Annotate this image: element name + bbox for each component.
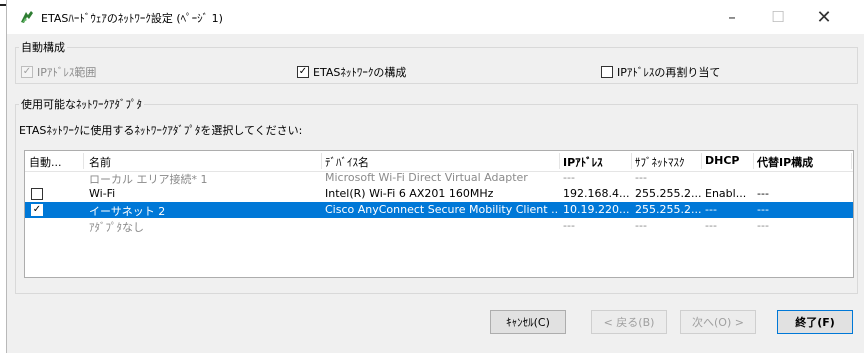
table-row-no-adapter[interactable]: ｱﾀﾞﾌﾟﾀなし --- --- --- --- [25, 218, 853, 234]
column-header-alt-ip[interactable]: 代替IP構成 [757, 154, 847, 170]
etas-network-checkbox[interactable]: ✓ [297, 66, 309, 78]
adapter-table[interactable]: 自動... 名前 ﾃﾞﾊﾞｲｽ名 IPｱﾄﾞﾚｽ ｻﾌﾞﾈｯﾄﾏｽｸ DHCP … [24, 150, 854, 278]
cell-device: Cisco AnyConnect Secure Mobility Client … [325, 203, 557, 216]
column-separator [83, 153, 84, 169]
row-checkbox[interactable]: ✓ [31, 204, 43, 216]
cell-dhcp: --- [705, 219, 717, 232]
table-row-ethernet-2[interactable]: ✓ イーサネット 2 Cisco AnyConnect Secure Mobil… [25, 202, 853, 218]
cell-device: Microsoft Wi-Fi Direct Virtual Adapter [325, 171, 528, 184]
cell-alt-ip: --- [757, 219, 769, 232]
column-header-auto[interactable]: 自動... [29, 154, 81, 170]
dialog-window: ETASﾊｰﾄﾞｳｪｱのﾈｯﾄﾜｰｸ設定 (ﾍﾟｰｼﾞ 1) – ☐ ✕ 自動構… [6, 0, 864, 353]
cell-name: ローカル エリア接続* 1 [89, 173, 208, 186]
etas-network-label: ETASﾈｯﾄﾜｰｸの構成 [313, 66, 407, 79]
ip-reassign-label: IPｱﾄﾞﾚｽの再割り当て [617, 66, 721, 79]
cell-ip: --- [563, 219, 575, 232]
title-bar[interactable]: ETASﾊｰﾄﾞｳｪｱのﾈｯﾄﾜｰｸ設定 (ﾍﾟｰｼﾞ 1) – ☐ ✕ [7, 0, 864, 34]
next-button[interactable]: 次へ(O) > [680, 310, 756, 334]
cell-dhcp: Enabl... [705, 187, 747, 200]
window-title: ETASﾊｰﾄﾞｳｪｱのﾈｯﾄﾜｰｸ設定 (ﾍﾟｰｼﾞ 1) [41, 12, 223, 25]
cell-subnet: 255.255.2... [635, 203, 701, 216]
cell-ip: 192.168.4... [563, 187, 630, 200]
ip-range-option[interactable]: ✓ IPｱﾄﾞﾚｽ範囲 [21, 64, 96, 80]
adapters-instruction: ETASﾈｯﾄﾜｰｸに使用するﾈｯﾄﾜｰｸｱﾀﾞﾌﾟﾀを選択してください: [19, 124, 303, 137]
cell-device: Intel(R) Wi-Fi 6 AX201 160MHz [325, 187, 494, 200]
column-header-name[interactable]: 名前 [89, 154, 319, 170]
column-separator [321, 153, 322, 169]
app-icon [21, 11, 33, 23]
ip-range-label: IPｱﾄﾞﾚｽ範囲 [37, 66, 97, 79]
column-separator [701, 153, 702, 169]
auto-config-group-label: 自動構成 [19, 39, 67, 55]
column-separator [559, 153, 560, 169]
column-header-ip[interactable]: IPｱﾄﾞﾚｽ [563, 154, 629, 170]
column-separator [631, 153, 632, 169]
auto-config-group [15, 47, 858, 84]
cell-ip: --- [563, 171, 575, 184]
cell-name: Wi-Fi [89, 187, 116, 200]
cell-subnet: --- [635, 171, 647, 184]
cell-name: イーサネット 2 [89, 205, 166, 218]
close-button[interactable]: ✕ [801, 0, 847, 34]
cell-name: ｱﾀﾞﾌﾟﾀなし [89, 221, 144, 234]
minimize-button[interactable]: – [709, 0, 755, 34]
cell-alt-ip: --- [757, 187, 769, 200]
etas-network-option[interactable]: ✓ ETASﾈｯﾄﾜｰｸの構成 [297, 64, 406, 80]
ip-reassign-option[interactable]: IPｱﾄﾞﾚｽの再割り当て [601, 64, 720, 80]
finish-button[interactable]: 終了(F) [777, 310, 853, 334]
cell-ip: 10.19.220... [563, 203, 630, 216]
cell-alt-ip: --- [757, 203, 769, 216]
table-row-local-area[interactable]: ローカル エリア接続* 1 Microsoft Wi-Fi Direct Vir… [25, 170, 853, 186]
column-header-dhcp[interactable]: DHCP [705, 154, 753, 170]
maximize-button[interactable]: ☐ [755, 0, 801, 34]
cell-subnet: 255.255.2... [635, 187, 701, 200]
ip-reassign-checkbox[interactable] [601, 66, 613, 78]
table-row-wifi[interactable]: Wi-Fi Intel(R) Wi-Fi 6 AX201 160MHz 192.… [25, 186, 853, 202]
column-separator [753, 153, 754, 169]
cell-subnet: --- [635, 219, 647, 232]
ip-range-checkbox[interactable]: ✓ [21, 66, 33, 78]
column-header-device[interactable]: ﾃﾞﾊﾞｲｽ名 [325, 154, 557, 170]
column-separator [851, 153, 852, 169]
column-header-subnet[interactable]: ｻﾌﾞﾈｯﾄﾏｽｸ [635, 154, 701, 170]
cancel-button[interactable]: ｷｬﾝｾﾙ(C) [490, 310, 566, 334]
cell-dhcp: --- [705, 203, 717, 216]
adapters-group-label: 使用可能なﾈｯﾄﾜｰｸｱﾀﾞﾌﾟﾀ [19, 96, 144, 112]
row-checkbox[interactable] [31, 188, 43, 200]
table-header: 自動... 名前 ﾃﾞﾊﾞｲｽ名 IPｱﾄﾞﾚｽ ｻﾌﾞﾈｯﾄﾏｽｸ DHCP … [25, 151, 853, 172]
back-button[interactable]: < 戻る(B) [591, 310, 667, 334]
